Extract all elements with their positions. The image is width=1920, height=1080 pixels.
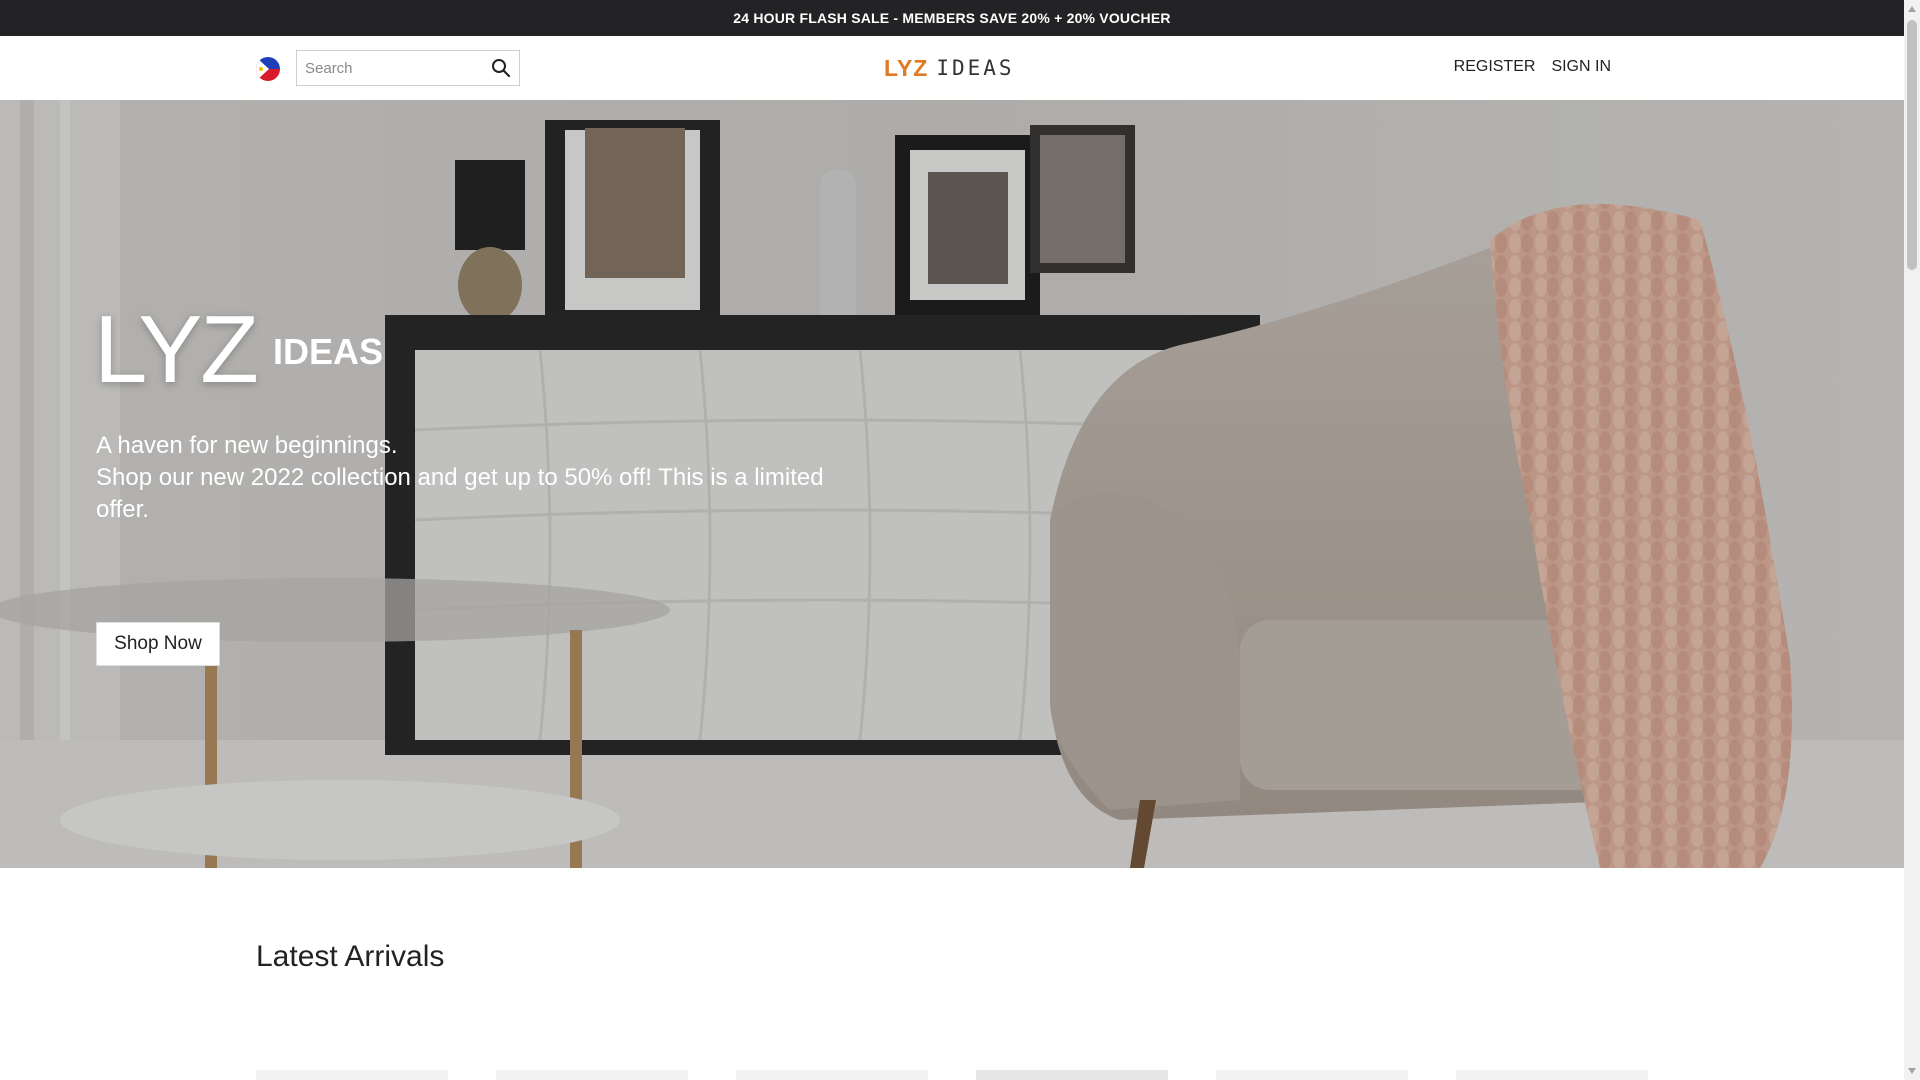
product-cards	[256, 1070, 1648, 1080]
site-header: LYZ IDEAS REGISTER SIGN IN	[0, 36, 1904, 101]
product-card[interactable]	[1216, 1070, 1408, 1080]
logo-brand: LYZ	[884, 54, 929, 81]
search-input[interactable]	[297, 51, 493, 85]
signin-link[interactable]: SIGN IN	[1551, 58, 1611, 76]
hero-description: A haven for new beginnings. Shop our new…	[96, 430, 856, 526]
hero-title-suffix: IDEAS	[272, 331, 383, 372]
logo-suffix: IDEAS	[936, 56, 1015, 80]
account-nav: REGISTER SIGN IN	[1454, 58, 1611, 76]
hero-banner: LYZ IDEAS A haven for new beginnings. Sh…	[0, 100, 1904, 868]
latest-arrivals-title: Latest Arrivals	[256, 940, 445, 973]
scroll-thumb[interactable]	[1907, 20, 1917, 270]
announcement-text: 24 HOUR FLASH SALE - MEMBERS SAVE 20% + …	[733, 10, 1171, 26]
product-card[interactable]	[1456, 1070, 1648, 1080]
vertical-scrollbar[interactable]	[1904, 0, 1920, 1080]
search-box	[296, 50, 520, 86]
announcement-bar: 24 HOUR FLASH SALE - MEMBERS SAVE 20% + …	[0, 0, 1904, 36]
scroll-up-arrow-icon[interactable]	[1908, 6, 1916, 12]
hero-title-brand: LYZ	[94, 296, 259, 403]
scroll-down-arrow-icon[interactable]	[1908, 1068, 1916, 1074]
product-card[interactable]	[496, 1070, 688, 1080]
hero-line-1: A haven for new beginnings.	[96, 432, 398, 459]
product-card[interactable]	[976, 1070, 1168, 1080]
hero-title: LYZ IDEAS	[94, 296, 383, 403]
site-logo[interactable]: LYZ IDEAS	[884, 54, 1015, 82]
page: 24 HOUR FLASH SALE - MEMBERS SAVE 20% + …	[0, 0, 1904, 1080]
shop-now-button[interactable]: Shop Now	[96, 622, 220, 666]
hero-line-2: Shop our new 2022 collection and get up …	[96, 464, 824, 523]
philippines-flag-icon[interactable]	[256, 57, 280, 81]
search-icon[interactable]	[491, 58, 511, 78]
product-card[interactable]	[256, 1070, 448, 1080]
product-card[interactable]	[736, 1070, 928, 1080]
register-link[interactable]: REGISTER	[1454, 58, 1536, 76]
